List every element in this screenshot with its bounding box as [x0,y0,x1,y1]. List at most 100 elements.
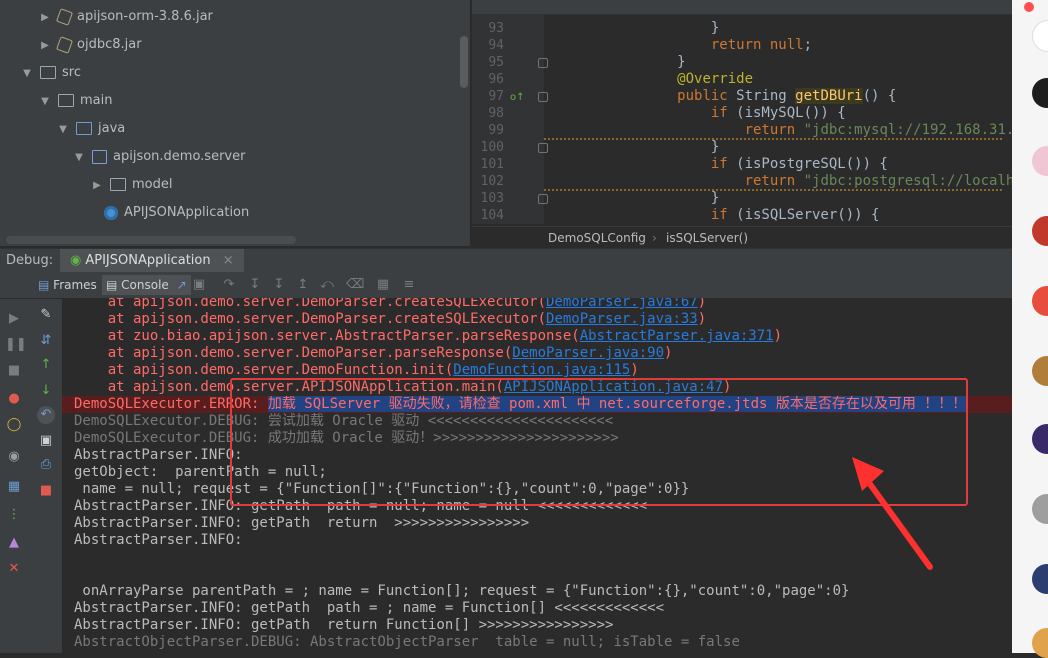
tree-item-src[interactable]: ▼ src [20,59,81,87]
frames-icon: ▤ [38,278,50,292]
line-number: 102 [480,174,504,189]
avatar[interactable] [1032,356,1048,386]
debug-toolbar: ▤ Frames ▤ Console ↗ ▣ ↷ ↧ ↧ ↥ ⤺ ⌫ ▦ ≡ [0,272,1012,299]
console-line: AbstractObjectParser.DEBUG: AbstractObje… [74,634,740,650]
console-line: at apijson.demo.server.DemoFunction.init… [74,362,639,378]
breadcrumb-method[interactable]: isSQLServer() [666,227,748,249]
console-icon: ▤ [106,278,118,292]
jar-icon [55,7,74,26]
avatar[interactable] [1032,628,1048,658]
warning-underline [544,138,1004,140]
layout-icon[interactable]: ▦ [5,478,23,496]
edit-icon[interactable]: ✎ [37,306,55,324]
override-marker-icon[interactable]: o↑ [510,92,525,103]
spring-app-icon [104,205,118,220]
pause-icon[interactable]: ❚❚ [5,336,27,354]
layout-icon[interactable]: ▣ [190,276,208,294]
resume-icon[interactable]: ▶ [5,310,23,328]
breakpoints-icon[interactable]: ● [5,390,23,408]
soft-wrap-icon[interactable]: ↶ [37,406,55,424]
tree-item-orm-jar[interactable]: ▶ apijson-orm-3.8.6.jar [38,3,213,31]
fold-marker-icon[interactable] [538,143,548,153]
export-icon[interactable]: ▣ [37,432,55,450]
drop-frame-icon[interactable]: ⤺ [318,276,336,294]
console-line: onArrayParse parentPath = ; name = Funct… [74,583,850,599]
tree-item-apijsonapplication[interactable]: APIJSONApplication [104,199,249,227]
line-number: 93 [488,21,504,36]
editor-tab-strip[interactable] [472,0,1012,15]
debug-tool-window-header: Debug: ◉ APIJSONApplication × [0,248,1012,273]
line-number: 104 [480,208,504,223]
more-icon[interactable]: ⋮ [5,506,23,524]
tree-item-java[interactable]: ▼ java [56,115,125,143]
chevron-down-icon[interactable]: ▼ [72,144,86,172]
close-icon[interactable]: ✕ [5,560,23,578]
avatar[interactable] [1032,216,1048,246]
chevron-right-icon[interactable]: ▶ [38,32,52,60]
avatar[interactable] [1032,564,1048,594]
chevron-down-icon[interactable]: ▼ [56,116,70,144]
tree-horizontal-scrollbar[interactable] [6,236,296,244]
camera-icon[interactable]: ◉ [5,448,23,466]
chevron-down-icon[interactable]: ▼ [38,88,52,116]
avatar[interactable] [1032,494,1048,524]
tree-item-package[interactable]: ▼ apijson.demo.server [72,143,245,171]
tree-item-model[interactable]: ▶ model [90,171,172,199]
code-line: if (isMySQL()) { [710,105,846,121]
tree-item-ojdbc-jar[interactable]: ▶ ojdbc8.jar [38,31,142,59]
fold-marker-icon[interactable] [538,58,548,68]
source-folder-icon [76,122,92,135]
arrow-down-icon[interactable]: ↓ [37,382,55,400]
chevron-right-icon: › [652,231,657,245]
breadcrumb: DemoSQLConfig › isSQLServer() [472,226,1012,249]
tree-item-main[interactable]: ▼ main [38,87,112,115]
restore-icon[interactable]: ↗ [177,278,187,292]
evaluate-icon[interactable]: ▦ [374,276,392,294]
trash-icon[interactable]: ■ [37,482,55,500]
line-number: 96 [488,72,504,87]
avatar[interactable] [1032,78,1048,108]
console-tab[interactable]: ▤ Console ↗ [102,275,191,295]
folder-icon [58,94,74,107]
console-line: AbstractParser.INFO: getPath path = ; na… [74,600,665,616]
arrow-up-icon[interactable]: ↑ [37,356,55,374]
code-line: } [576,20,720,36]
frames-tab[interactable]: ▤ Frames [34,275,101,295]
chevron-down-icon[interactable]: ▼ [20,60,34,88]
avatar[interactable] [1032,146,1048,176]
debug-session-tab[interactable]: ◉ APIJSONApplication × [60,249,244,273]
fold-marker-icon[interactable] [538,194,548,204]
breadcrumb-class[interactable]: DemoSQLConfig [548,227,646,249]
step-over-icon[interactable]: ↷ [220,276,238,294]
code-line: } [576,190,720,206]
warning-underline [544,189,1004,191]
print-icon[interactable]: ⎙ [37,456,55,474]
code-editor[interactable]: 93 94 95 96 97 98 99 100 101 102 103 104… [472,0,1012,246]
chevron-right-icon[interactable]: ▶ [38,4,52,32]
close-icon[interactable]: × [223,253,234,268]
avatar[interactable] [1032,20,1048,52]
tree-vertical-scrollbar[interactable] [460,36,468,88]
code-line: if (isSQLServer()) { [710,207,880,223]
chevron-right-icon[interactable]: ▶ [90,172,104,200]
code-line: return "jdbc:mysql://192.168.31.252:3306… [744,122,1012,138]
step-into-icon[interactable]: ↧ [246,276,264,294]
force-step-into-icon[interactable]: ↧ [270,276,288,294]
trace-icon[interactable]: ≡ [400,276,418,294]
run-to-cursor-icon[interactable]: ⌫ [346,276,364,294]
fold-marker-icon[interactable] [538,92,548,102]
line-number: 95 [488,55,504,70]
step-out-icon[interactable]: ↥ [294,276,312,294]
avatar[interactable] [1032,286,1048,316]
chat-sidebar [1012,0,1048,658]
pin-icon[interactable]: ▲ [5,534,23,552]
mute-breakpoints-icon[interactable]: ◯ [5,416,23,434]
folder-icon [110,178,126,191]
stop-icon[interactable]: ■ [5,362,23,380]
avatar[interactable] [1032,424,1048,454]
folder-icon [40,66,56,79]
package-icon [92,149,107,164]
sort-icon[interactable]: ⇵ [37,332,55,350]
line-number: 94 [488,38,504,53]
code-line: } [576,54,686,70]
